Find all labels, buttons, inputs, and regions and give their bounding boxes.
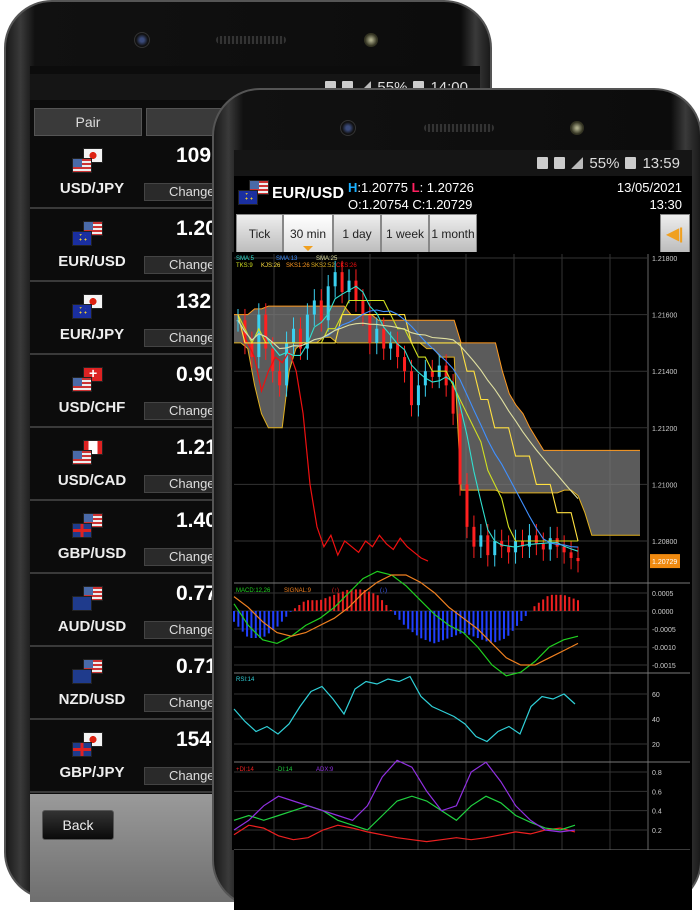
candle [451,385,455,414]
ichimoku-legend-item: SKS2:52 [311,263,335,269]
macd-tick-label: 0.0005 [652,591,674,598]
candle [340,272,344,292]
macd-legend-item: (↓) [380,588,387,594]
adx-tick-label: 0.2 [652,828,662,835]
macd-tick-label: -0.0015 [652,663,676,670]
rsi-tick-label: 40 [652,717,660,724]
candle [375,328,379,343]
candle [465,484,469,527]
candle [278,371,282,386]
candle [368,314,372,343]
candle [430,371,434,377]
current-price-label: 1.20729 [652,559,677,566]
price-tick-label: 1.21000 [652,482,677,489]
candle [354,280,358,301]
candle [409,371,413,406]
adx-tick-label: 0.8 [652,770,662,777]
macd-legend-item: SIGNAL:9 [284,588,312,594]
candle [576,557,580,562]
price-chart[interactable]: 1.21800 1.21600 1.21400 1.21200 1.21000 1.208… [0,0,700,850]
candle [479,535,483,547]
macd-tick-label: -0.0005 [652,627,676,634]
adx-tick-label: 0.4 [652,809,662,816]
adx-legend-item: ADX:9 [316,767,334,773]
ichimoku-legend-item: TKS:9 [236,263,253,269]
rsi-legend-item: RSI:14 [236,677,255,683]
candle [292,328,296,343]
candle [562,546,566,553]
candle [541,543,545,550]
price-tick-label: 1.21600 [652,313,677,320]
ichimoku-legend-item: CKS:26 [336,263,357,269]
candle [403,357,407,372]
candle [548,538,552,550]
price-tick-label: 1.21200 [652,426,677,433]
candle [486,535,490,556]
macd-legend-item: (↑) [332,588,339,594]
candle [319,300,323,321]
candle [458,413,462,485]
candle [444,365,448,386]
candle [264,314,268,349]
candle [333,272,337,287]
candle [285,342,289,386]
candle [569,552,573,558]
price-tick-label: 1.20800 [652,539,677,546]
candle [389,342,393,349]
macd-tick-label: -0.0010 [652,645,676,652]
candle [257,314,261,358]
candle [493,541,497,556]
candle [416,385,420,406]
candle [472,526,476,547]
macd-legend-item: MACD:12,26 [236,588,271,594]
sma-legend-item: SMA:5 [236,256,255,262]
candle [534,535,538,544]
sma-legend-item: SMA:25 [316,256,338,262]
adx-legend-item: +DI:14 [236,767,255,773]
price-tick-label: 1.21800 [652,256,677,263]
adx-tick-label: 0.6 [652,789,662,796]
candle [382,328,386,349]
candle [507,546,511,553]
rsi-tick-label: 60 [652,692,660,699]
candle [312,300,316,315]
rsi-tick-label: 20 [652,742,660,749]
price-tick-label: 1.21400 [652,369,677,376]
sma-legend-item: SMA:13 [276,256,298,262]
ichimoku-legend-item: KJS:26 [261,263,281,269]
candle [361,300,365,315]
macd-tick-label: 0.0000 [652,609,674,616]
ichimoku-legend-item: SKS1:26 [286,263,310,269]
adx-legend-item: -DI:14 [276,767,293,773]
